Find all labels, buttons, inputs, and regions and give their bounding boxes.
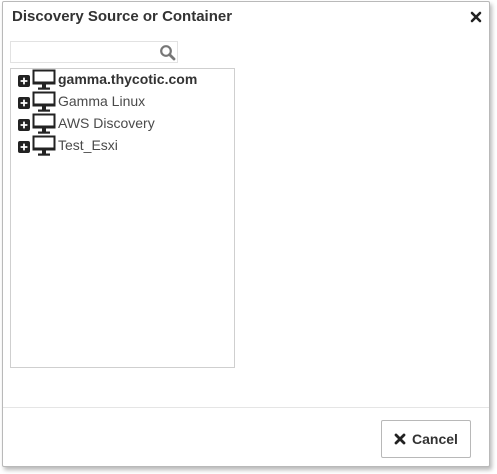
tree-item-aws-discovery[interactable]: AWS Discovery [18, 113, 155, 134]
search-icon[interactable] [159, 44, 176, 61]
cancel-button[interactable]: Cancel [381, 420, 471, 458]
tree-item-label: gamma.thycotic.com [58, 71, 198, 87]
monitor-icon [32, 135, 56, 156]
tree-item-test-esxi[interactable]: Test_Esxi [18, 135, 118, 156]
tree-item-gamma-thycotic[interactable]: gamma.thycotic.com [18, 69, 198, 90]
x-icon [394, 433, 406, 445]
tree-panel: gamma.thycotic.com Gamma Linux AWS Disco… [10, 68, 235, 368]
tree-item-label: Test_Esxi [58, 137, 118, 153]
tree-item-label: Gamma Linux [58, 93, 146, 109]
dialog: Discovery Source or Container gamma.thyc… [2, 1, 490, 467]
search-box [10, 41, 178, 63]
footer-divider [3, 407, 489, 408]
monitor-icon [32, 113, 56, 134]
monitor-icon [32, 69, 56, 90]
plus-square-icon[interactable] [18, 119, 30, 131]
close-icon[interactable] [470, 11, 482, 23]
plus-square-icon[interactable] [18, 97, 30, 109]
tree-item-gamma-linux[interactable]: Gamma Linux [18, 91, 146, 112]
plus-square-icon[interactable] [18, 75, 30, 87]
monitor-icon [32, 91, 56, 112]
tree-item-label: AWS Discovery [58, 115, 155, 131]
cancel-button-label: Cancel [412, 431, 458, 447]
plus-square-icon[interactable] [18, 141, 30, 153]
dialog-title: Discovery Source or Container [12, 8, 233, 25]
search-input[interactable] [11, 42, 165, 62]
